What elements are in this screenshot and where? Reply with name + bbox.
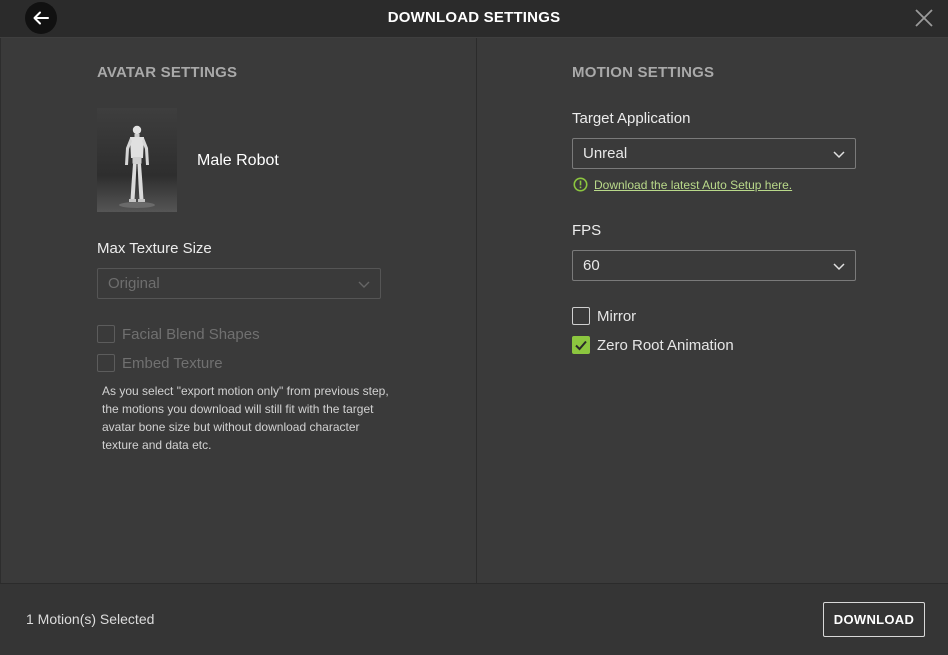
avatar-thumbnail (97, 108, 177, 212)
avatar-settings-title: AVATAR SETTINGS (97, 64, 238, 81)
max-texture-size-value: Original (108, 275, 160, 292)
robot-figure-icon (119, 125, 155, 208)
mirror-checkbox[interactable] (572, 307, 590, 325)
chevron-down-icon (833, 151, 845, 159)
max-texture-size-label: Max Texture Size (97, 240, 212, 257)
avatar-name: Male Robot (197, 152, 279, 169)
embed-texture-label: Embed Texture (122, 354, 223, 372)
footer: 1 Motion(s) Selected DOWNLOAD (0, 583, 948, 655)
settings-panel: AVATAR SETTINGS Male Robot Max Texture S… (0, 38, 948, 583)
checkmark-icon (575, 340, 587, 351)
motion-settings-title: MOTION SETTINGS (572, 64, 715, 81)
download-button[interactable]: DOWNLOAD (823, 602, 925, 637)
target-application-label: Target Application (572, 110, 691, 127)
fps-select[interactable]: 60 (572, 250, 856, 281)
zero-root-animation-label: Zero Root Animation (597, 336, 734, 354)
auto-setup-link[interactable]: Download the latest Auto Setup here. (594, 178, 792, 192)
facial-blend-shapes-checkbox (97, 325, 115, 343)
export-note: As you select "export motion only" from … (102, 384, 389, 452)
target-application-select[interactable]: Unreal (572, 138, 856, 169)
facial-blend-shapes-label: Facial Blend Shapes (122, 325, 260, 343)
close-icon[interactable] (914, 8, 934, 28)
zero-root-animation-option[interactable]: Zero Root Animation (572, 336, 734, 354)
column-divider (476, 38, 477, 583)
title-bar: DOWNLOAD SETTINGS (0, 0, 948, 38)
auto-setup-hint: Download the latest Auto Setup here. (573, 177, 792, 192)
chevron-down-icon (358, 281, 370, 288)
chevron-down-icon (833, 263, 845, 271)
facial-blend-shapes-option: Facial Blend Shapes (97, 325, 260, 343)
fps-label: FPS (572, 222, 602, 239)
dialog-title: DOWNLOAD SETTINGS (387, 9, 561, 26)
embed-texture-option: Embed Texture (97, 354, 223, 372)
fps-value: 60 (583, 257, 600, 274)
mirror-option[interactable]: Mirror (572, 307, 636, 325)
target-application-value: Unreal (583, 145, 628, 162)
embed-texture-checkbox (97, 354, 115, 372)
max-texture-size-select: Original (97, 268, 381, 299)
mirror-label: Mirror (597, 307, 637, 325)
zero-root-animation-checkbox[interactable] (572, 336, 590, 354)
info-circle-icon (573, 177, 588, 192)
selection-status: 1 Motion(s) Selected (26, 611, 155, 627)
